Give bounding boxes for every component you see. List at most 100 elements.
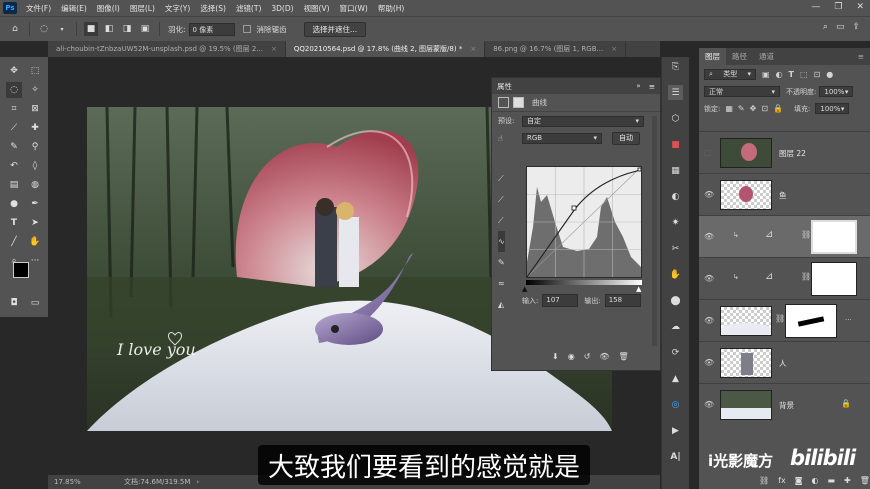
layer-name[interactable]: 背景 <box>779 400 794 411</box>
healing-brush-icon[interactable]: ✚ <box>27 120 43 136</box>
brush-settings-icon[interactable]: ✷ <box>668 215 683 230</box>
menu-filter[interactable]: 滤镜(T) <box>231 3 266 14</box>
clipping-warning-icon[interactable]: ◭ <box>498 294 505 315</box>
eyedropper-icon[interactable]: ⟋ <box>6 120 22 136</box>
delete-layer-icon[interactable]: 🗑 <box>860 476 870 485</box>
panel-menu-icon[interactable]: ≡ <box>649 82 655 91</box>
mask-link-icon[interactable]: ⛓ <box>801 230 811 239</box>
swatches-icon[interactable]: ▦ <box>668 163 683 178</box>
auto-button[interactable]: 自动 <box>612 131 640 145</box>
eyedropper-gray-icon[interactable]: ⟋ <box>498 189 505 210</box>
lock-position-icon[interactable]: ✥ <box>750 104 757 113</box>
new-group-icon[interactable]: ▬ <box>827 476 835 485</box>
eyedropper-black-icon[interactable]: ⟋ <box>498 168 505 189</box>
close-icon[interactable]: × <box>271 45 277 53</box>
menu-select[interactable]: 选择(S) <box>195 3 231 14</box>
chevron-down-icon[interactable]: ▾ <box>55 22 69 36</box>
visibility-hidden-icon[interactable]: □ <box>704 148 712 157</box>
collapse-panel-icon[interactable]: » <box>636 82 640 90</box>
layer-row-masked[interactable]: 👁 ⛓ ... <box>699 299 870 341</box>
curves-graph[interactable] <box>526 166 642 278</box>
navigator-icon[interactable]: ⟳ <box>668 345 683 360</box>
output-value-field[interactable]: 158 <box>604 294 641 307</box>
layer-mask-thumbnail[interactable] <box>811 220 857 254</box>
opacity-input[interactable]: 100% ▾ <box>819 86 854 97</box>
glyphs-icon[interactable]: ⬤ <box>668 293 683 308</box>
magic-wand-icon[interactable]: ✧ <box>27 82 43 98</box>
white-point-slider[interactable]: ▲ <box>636 285 641 293</box>
visibility-icon[interactable]: 👁 <box>704 232 714 241</box>
layer-row-background[interactable]: 👁 背景 🔒 <box>699 383 870 425</box>
input-value-field[interactable]: 107 <box>542 294 579 307</box>
visibility-icon[interactable]: 👁 <box>704 358 714 367</box>
pen-tool-icon[interactable]: ✒ <box>27 196 43 212</box>
add-mask-icon[interactable]: ◙ <box>795 476 803 485</box>
filter-shape-icon[interactable]: ⬚ <box>800 70 808 79</box>
3d-icon[interactable]: ⬡ <box>668 111 683 126</box>
filter-type-icon[interactable]: T <box>789 70 794 79</box>
paragraph-icon[interactable]: ✋ <box>668 267 683 282</box>
more-tools-icon[interactable]: ··· <box>27 253 43 269</box>
screen-mode-icon[interactable]: ▭ <box>27 295 43 311</box>
menu-image[interactable]: 图像(I) <box>92 3 125 14</box>
layer-name[interactable]: 图层 22 <box>779 148 806 159</box>
actions-icon[interactable]: ▶ <box>668 423 683 438</box>
layer-style-icon[interactable]: fx <box>778 476 786 485</box>
tab-channels[interactable]: 通道 <box>753 51 780 62</box>
new-selection-icon[interactable]: ■ <box>84 22 98 36</box>
menu-layer[interactable]: 图层(L) <box>125 3 160 14</box>
filter-adjustment-icon[interactable]: ◐ <box>776 70 783 79</box>
stamp-tool-icon[interactable]: ⚲ <box>27 139 43 155</box>
close-icon[interactable]: × <box>470 45 476 53</box>
mask-link-icon[interactable]: ⛓ <box>775 314 785 323</box>
layer-row-person[interactable]: 👁 人 <box>699 341 870 383</box>
layer-mask-thumbnail[interactable] <box>785 304 837 338</box>
type-panel-icon[interactable]: A| <box>668 449 683 464</box>
frame-tool-icon[interactable]: ⊠ <box>27 101 43 117</box>
history-brush-icon[interactable]: ↶ <box>6 158 22 174</box>
tab-document-2[interactable]: QQ20210564.psd @ 17.8% (曲线 2, 图层蒙版/8) * × <box>285 41 486 57</box>
tab-document-1[interactable]: ali-choubin-tZnbzaUW52M-unsplash.psd @ 1… <box>48 41 286 57</box>
smooth-icon[interactable]: ≈ <box>498 273 505 294</box>
home-icon[interactable]: ⌂ <box>8 22 22 36</box>
filter-toggle-icon[interactable]: ● <box>826 70 833 79</box>
lasso-icon[interactable]: ◌ <box>37 22 51 36</box>
brush-tool-icon[interactable]: ✎ <box>6 139 22 155</box>
properties-icon[interactable]: ☰ <box>668 85 683 100</box>
quick-mask-icon[interactable]: ◘ <box>6 295 22 311</box>
close-icon[interactable]: × <box>611 45 617 53</box>
chevron-right-icon[interactable]: › <box>196 478 199 486</box>
layer-mask-thumbnail[interactable] <box>811 262 857 296</box>
filter-kind-dropdown[interactable]: ⌕ 类型 ▾ <box>704 68 756 80</box>
menu-type[interactable]: 文字(Y) <box>160 3 195 14</box>
libraries-icon[interactable]: ☁ <box>668 319 683 334</box>
add-selection-icon[interactable]: ◧ <box>102 22 116 36</box>
line-tool-icon[interactable]: ╱ <box>6 234 22 250</box>
adjustments-icon[interactable]: ◐ <box>668 189 683 204</box>
eyedropper-white-icon[interactable]: ⟋ <box>498 210 505 231</box>
black-point-slider[interactable]: ▲ <box>522 285 527 293</box>
lock-all-icon[interactable]: 🔒 <box>773 104 783 113</box>
histogram-icon[interactable]: ▲ <box>668 371 683 386</box>
lock-pixels-icon[interactable]: ✎ <box>738 104 745 113</box>
filter-pixel-icon[interactable]: ▣ <box>762 70 770 79</box>
visibility-icon[interactable]: 👁 <box>704 400 714 409</box>
new-layer-icon[interactable]: ✚ <box>844 476 851 485</box>
menu-window[interactable]: 窗口(W) <box>335 3 373 14</box>
marquee-tool-icon[interactable]: ⬚ <box>27 63 43 79</box>
gradient-tool-icon[interactable]: ▤ <box>6 177 22 193</box>
share-icon[interactable]: ⇪ <box>852 22 860 32</box>
target-adjust-icon[interactable]: ☝ <box>498 134 522 143</box>
visibility-icon[interactable]: 👁 <box>704 190 714 199</box>
menu-edit[interactable]: 编辑(E) <box>56 3 92 14</box>
pencil-icon[interactable]: ✎ <box>498 252 505 273</box>
close-window-button[interactable]: ✕ <box>856 2 864 12</box>
layer-mask-icon[interactable] <box>513 97 524 108</box>
dodge-tool-icon[interactable]: ● <box>6 196 22 212</box>
menu-3d[interactable]: 3D(D) <box>266 4 298 13</box>
lock-artboard-icon[interactable]: ⊡ <box>761 104 768 113</box>
zoom-level[interactable]: 17.85% <box>54 478 124 486</box>
fill-input[interactable]: 100% ▾ <box>815 103 850 114</box>
search-icon[interactable]: ⌕ <box>823 22 828 32</box>
character-icon[interactable]: ✂ <box>668 241 683 256</box>
